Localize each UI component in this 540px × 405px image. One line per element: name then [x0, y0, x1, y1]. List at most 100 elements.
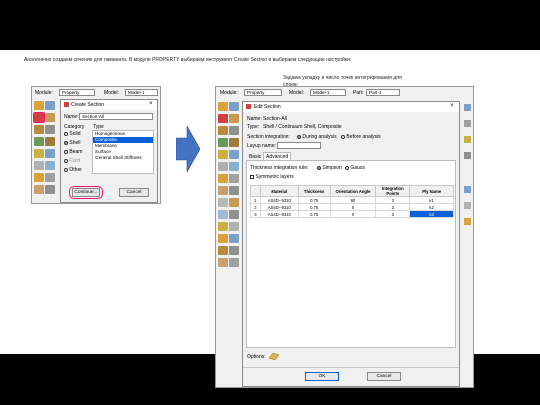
surface-icon[interactable]	[229, 246, 239, 255]
continue-button[interactable]: Continue...	[72, 188, 100, 197]
type-general-shell-stiffness[interactable]: General Shell Stiffness	[93, 155, 153, 161]
edit-feature-icon[interactable]	[218, 222, 228, 231]
cell-integration-points[interactable]: 3	[375, 210, 411, 218]
rotate-icon[interactable]	[464, 120, 471, 127]
symmetric-layers-checkbox[interactable]: Symmetric layers	[250, 174, 294, 180]
resume-icon[interactable]	[229, 234, 239, 243]
cell-material[interactable]: AS4D--9310	[259, 210, 299, 218]
composite-layup-icon[interactable]	[34, 161, 44, 170]
toolbox	[218, 100, 240, 320]
material-manager-icon[interactable]	[229, 102, 239, 111]
beam-orientation-icon[interactable]	[218, 150, 228, 159]
name-label: Name:	[247, 116, 262, 122]
gauss-radio[interactable]: Gauss	[345, 165, 365, 171]
cell-orientation[interactable]: 0	[329, 210, 377, 218]
cell-material[interactable]: AS4D--9310	[259, 196, 299, 204]
header-ply-name: Ply Name	[409, 185, 454, 197]
model-combo[interactable]: Model-1	[125, 89, 158, 96]
orientation-icon[interactable]	[45, 161, 55, 170]
beam-orientation-icon[interactable]	[34, 149, 44, 158]
close-icon[interactable]: ×	[149, 101, 153, 107]
assign-section-icon[interactable]	[34, 125, 44, 134]
skin-icon[interactable]	[218, 174, 228, 183]
spring-icon[interactable]	[45, 185, 55, 194]
cancel-button[interactable]: Cancel	[367, 372, 401, 381]
stringer-icon[interactable]	[229, 174, 239, 183]
cell-ply-name[interactable]: k1	[409, 196, 454, 204]
composite-layup-icon[interactable]	[218, 162, 228, 171]
name-input[interactable]: Section-All	[79, 113, 153, 120]
normal-icon[interactable]	[45, 149, 55, 158]
orientation-icon[interactable]	[229, 162, 239, 171]
section-assignment-manager-icon[interactable]	[45, 125, 55, 134]
cell-ply-name[interactable]: k2	[409, 203, 454, 211]
during-analysis-radio[interactable]: During analysis	[297, 134, 337, 140]
view-front-icon[interactable]	[464, 186, 471, 193]
profile-icon[interactable]	[218, 138, 228, 147]
cell-orientation[interactable]: 0	[329, 203, 377, 211]
skin-assign-icon[interactable]	[218, 258, 228, 267]
section-assignment-manager-icon[interactable]	[229, 126, 239, 135]
table-row[interactable]: 2 AS4D--9310 0.75 0 3 k2	[250, 203, 454, 211]
create-section-icon[interactable]	[33, 112, 45, 123]
render-icon[interactable]	[464, 218, 471, 225]
cell-thickness[interactable]: 0.75	[297, 203, 331, 211]
cell-thickness[interactable]: 0.75	[297, 196, 331, 204]
set-icon[interactable]	[218, 246, 228, 255]
section-manager-icon[interactable]	[45, 113, 55, 122]
cell-integration-points[interactable]: 3	[375, 196, 411, 204]
inertia-icon[interactable]	[34, 185, 44, 194]
fit-icon[interactable]	[464, 152, 471, 159]
zoom-icon[interactable]	[464, 136, 471, 143]
section-manager-icon[interactable]	[229, 114, 239, 123]
stringer-icon[interactable]	[45, 173, 55, 182]
partition-icon[interactable]	[229, 198, 239, 207]
pan-icon[interactable]	[464, 104, 471, 111]
cell-integration-points[interactable]: 3	[375, 203, 411, 211]
profile-icon[interactable]	[34, 137, 44, 146]
module-combo[interactable]: Property	[244, 89, 282, 96]
slide: Аналогично создаем сечение для ламината.…	[0, 50, 540, 388]
skin-icon[interactable]	[34, 173, 44, 182]
part-combo[interactable]: Part-1	[366, 89, 400, 96]
ok-button[interactable]: OK	[305, 372, 339, 381]
category-other[interactable]: Other	[64, 167, 92, 176]
before-analysis-radio[interactable]: Before analysis	[341, 134, 381, 140]
query-icon[interactable]	[218, 198, 228, 207]
material-manager-icon[interactable]	[45, 101, 55, 110]
category-solid[interactable]: Solid	[64, 131, 92, 140]
assign-section-icon[interactable]	[218, 126, 228, 135]
options-icon[interactable]	[269, 352, 279, 360]
profile-manager-icon[interactable]	[45, 137, 55, 146]
spring-icon[interactable]	[229, 186, 239, 195]
create-section-icon[interactable]	[218, 114, 228, 123]
close-icon[interactable]: ×	[450, 103, 454, 109]
delete-feature-icon[interactable]	[229, 222, 239, 231]
module-combo[interactable]: Property	[59, 89, 95, 96]
datum-icon[interactable]	[218, 210, 228, 219]
table-row[interactable]: 3 AS4D--9310 0.75 0 3 k3	[250, 210, 454, 218]
cell-orientation[interactable]: 90	[329, 196, 377, 204]
suppress-icon[interactable]	[218, 234, 228, 243]
material-icon[interactable]	[34, 101, 44, 110]
cell-thickness[interactable]: 0.75	[297, 210, 331, 218]
module-value: Property	[62, 90, 80, 95]
normal-icon[interactable]	[229, 150, 239, 159]
category-fluid[interactable]: Fluid	[64, 158, 92, 167]
profile-manager-icon[interactable]	[229, 138, 239, 147]
display-group-icon[interactable]	[229, 258, 239, 267]
inertia-icon[interactable]	[218, 186, 228, 195]
view-iso-icon[interactable]	[464, 202, 471, 209]
model-combo[interactable]: Model-1	[310, 89, 346, 96]
simpson-radio[interactable]: Simpson	[317, 165, 342, 171]
datum-axis-icon[interactable]	[229, 210, 239, 219]
section-integration-label: Section integration:	[247, 134, 290, 140]
cancel-button[interactable]: Cancel	[119, 188, 149, 197]
cell-material[interactable]: AS4D--9310	[259, 203, 299, 211]
table-row[interactable]: 1 AS4D--9310 0.75 90 3 k1	[250, 196, 454, 204]
category-shell[interactable]: Shell	[64, 140, 92, 149]
category-beam[interactable]: Beam	[64, 149, 92, 158]
layup-name-input[interactable]	[277, 142, 321, 149]
cell-ply-name[interactable]: k3	[409, 210, 454, 218]
material-icon[interactable]	[218, 102, 228, 111]
